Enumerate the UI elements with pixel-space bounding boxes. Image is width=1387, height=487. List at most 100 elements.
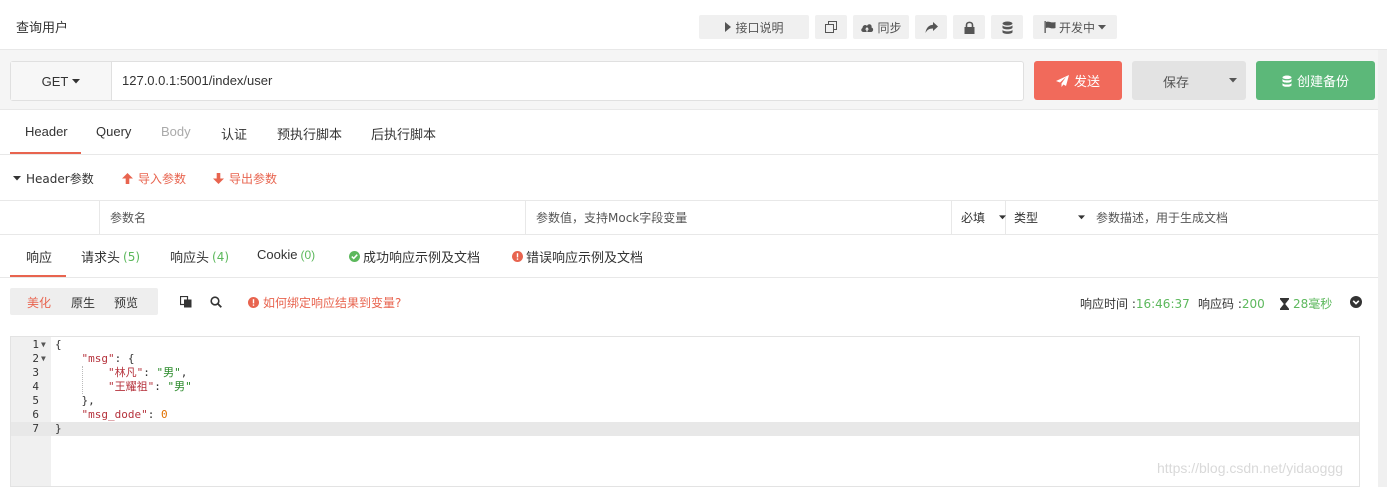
tab-response-headers[interactable]: 响应头 (4) [170, 247, 229, 267]
page-title: 查询用户 [16, 21, 69, 36]
tab-response[interactable]: 响应 [26, 247, 52, 266]
params-checkbox-col [0, 201, 100, 234]
flag-icon [1044, 21, 1056, 33]
doc-button[interactable]: 接口说明 [699, 15, 809, 39]
collapse-response-button[interactable] [1350, 296, 1362, 308]
response-toolbar: 美化 原生 预览 如何绑定响应结果到变量? 响应时间 : 16:46:37 响应… [0, 278, 1387, 336]
required-dropdown[interactable]: 必填 [952, 201, 1006, 234]
indent-guide [82, 366, 83, 394]
arrow-down-icon [213, 173, 224, 184]
tab-post-script[interactable]: 后执行脚本 [371, 124, 436, 143]
save-button[interactable]: 保存 [1132, 61, 1246, 100]
tab-success-doc-label: 成功响应示例及文档 [363, 251, 481, 266]
tab-request-headers[interactable]: 请求头 (5) [81, 247, 141, 267]
response-code-value: 200 [1241, 296, 1265, 311]
sync-button[interactable]: 同步 [853, 15, 909, 39]
import-params-label: 导入参数 [138, 172, 187, 186]
active-tab-indicator [10, 152, 81, 154]
view-pretty-button[interactable]: 美化 [27, 294, 51, 311]
code-text: } [55, 422, 62, 435]
line-number: 4 [32, 380, 39, 393]
code-lines: 1 ▼ { 2 ▼ "msg": { 3 "林凡": "男", 4 "王耀祖":… [11, 338, 1359, 436]
sync-button-label: 同步 [877, 20, 902, 35]
line-number: 1 [32, 338, 39, 351]
share-button[interactable] [915, 15, 947, 39]
export-params-button[interactable]: 导出参数 [213, 170, 277, 187]
import-params-button[interactable]: 导入参数 [122, 170, 186, 187]
tab-cookie-label: Cookie [257, 247, 298, 262]
code-text: }, [55, 394, 95, 407]
copy-response-button[interactable] [180, 296, 192, 308]
response-duration: 28毫秒 [1280, 295, 1332, 312]
header-params-label: Header参数 [26, 172, 94, 186]
type-header: 类型 [1014, 211, 1039, 225]
search-response-button[interactable] [210, 296, 222, 308]
copy-icon [180, 296, 192, 308]
page-scrollbar[interactable] [1378, 50, 1387, 487]
tab-response-headers-label: 响应头 [170, 251, 210, 266]
tab-success-doc[interactable]: 成功响应示例及文档 [349, 247, 480, 266]
copy-button[interactable] [815, 15, 847, 39]
tab-pre-script[interactable]: 预执行脚本 [277, 124, 342, 143]
response-tabs: 响应 请求头 (5) 响应头 (4) Cookie (0) 成功响应示例及文档 … [0, 235, 1387, 278]
response-code-label: 响应码 : [1198, 297, 1242, 311]
code-line: 6 "msg_dode": 0 [11, 408, 1359, 422]
tab-auth[interactable]: 认证 [221, 124, 247, 143]
create-backup-button[interactable]: 创建备份 [1256, 61, 1375, 100]
param-value-col: 参数值，支持Mock字段变量 [526, 201, 952, 234]
response-time-label: 响应时间 : [1080, 297, 1136, 311]
cookie-count: (0) [300, 247, 316, 262]
tab-header[interactable]: Header [25, 124, 68, 139]
code-line: 1 ▼ { [11, 338, 1359, 352]
tab-query[interactable]: Query [96, 124, 131, 139]
request-bar: GET 127.0.0.1:5001/index/user 发送 保存 创建备份 [0, 50, 1387, 110]
request-headers-count: (5) [123, 249, 141, 264]
param-name-col: 参数名 [100, 201, 526, 234]
code-line-active: 7 } [11, 422, 1359, 436]
save-label: 保存 [1163, 76, 1190, 91]
send-button[interactable]: 发送 [1034, 61, 1122, 100]
tab-cookie[interactable]: Cookie (0) [257, 247, 315, 262]
method-label: GET [41, 73, 69, 89]
code-text: "msg_dode": 0 [81, 408, 168, 421]
send-label: 发送 [1073, 75, 1100, 90]
header-params-toggle[interactable]: Header参数 [13, 170, 94, 187]
request-tabs: Header Query Body 认证 预执行脚本 后执行脚本 [0, 111, 1387, 155]
code-text: "msg": { [81, 352, 135, 365]
response-code: 响应码 : 200 [1198, 295, 1265, 312]
check-circle-icon [349, 251, 360, 262]
code-line: 4 "王耀祖": "男" [11, 380, 1359, 394]
cloud-upload-icon [861, 23, 874, 32]
lock-icon [964, 21, 974, 34]
watermark: https://blog.csdn.net/yidaoggg [1157, 460, 1344, 476]
database-icon [1002, 21, 1012, 34]
tab-error-doc[interactable]: 错误响应示例及文档 [512, 247, 643, 266]
database-icon [1282, 75, 1292, 87]
share-icon [925, 21, 938, 33]
fold-toggle-icon[interactable]: ▼ [41, 352, 46, 366]
question-circle-icon [248, 297, 259, 308]
required-header: 必填 [961, 211, 986, 225]
tab-body[interactable]: Body [161, 124, 191, 139]
view-preview-button[interactable]: 预览 [114, 294, 138, 311]
paper-plane-icon [1055, 74, 1069, 87]
caret-down-icon[interactable] [1229, 78, 1237, 83]
database-button[interactable] [991, 15, 1023, 39]
response-time-value: 16:46:37 [1135, 296, 1190, 311]
type-dropdown[interactable]: 类型 [1006, 201, 1088, 234]
arrow-up-icon [122, 173, 133, 184]
view-raw-button[interactable]: 原生 [71, 294, 95, 311]
code-line: 5 }, [11, 394, 1359, 408]
bind-variable-help-link[interactable]: 如何绑定响应结果到变量? [248, 294, 401, 311]
caret-down-icon [999, 215, 1006, 220]
status-dropdown[interactable]: 开发中 [1033, 15, 1117, 39]
params-table-header: 参数名 参数值，支持Mock字段变量 必填 类型 参数描述，用于生成文档 [0, 200, 1387, 235]
method-select[interactable]: GET [11, 62, 112, 100]
active-tab-indicator [10, 275, 66, 277]
exclamation-circle-icon [512, 251, 523, 262]
lock-button[interactable] [953, 15, 985, 39]
line-number: 2 [32, 352, 39, 365]
tab-request-headers-label: 请求头 [81, 251, 121, 266]
url-input[interactable]: 127.0.0.1:5001/index/user [112, 62, 272, 100]
fold-toggle-icon[interactable]: ▼ [41, 338, 46, 352]
